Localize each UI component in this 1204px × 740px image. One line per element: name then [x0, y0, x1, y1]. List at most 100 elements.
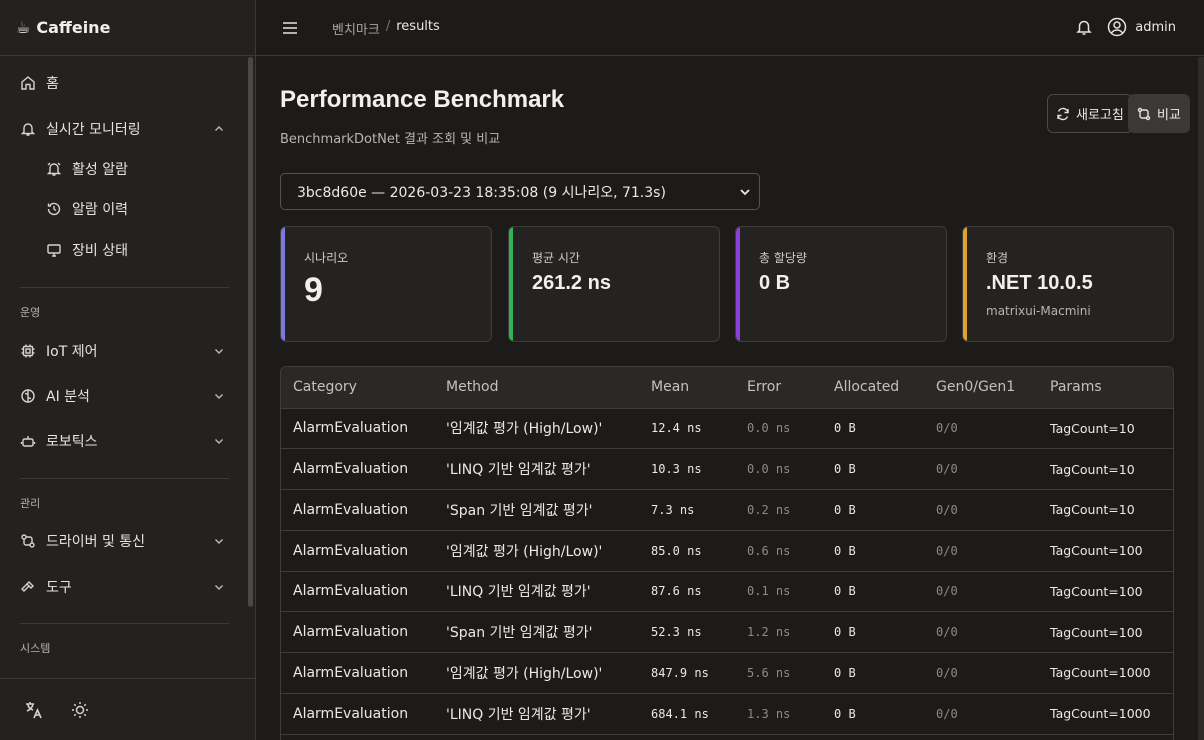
column-header-params[interactable]: Params	[1038, 367, 1173, 409]
card-accent	[281, 227, 285, 341]
cell-mean: 85.0 ns	[651, 543, 702, 558]
notification-bell-icon[interactable]	[1075, 18, 1093, 36]
divider	[20, 623, 229, 624]
cell-params: TagCount=10	[1050, 461, 1135, 477]
cell-params: TagCount=100	[1050, 583, 1143, 599]
cell-category: AlarmEvaluation	[293, 664, 409, 681]
refresh-button[interactable]: 새로고침	[1047, 94, 1133, 133]
cell-error: 0.0 ns	[747, 462, 791, 477]
cell-category: AlarmEvaluation	[293, 583, 409, 600]
compare-button[interactable]: 비교	[1128, 94, 1190, 133]
compare-label: 비교	[1157, 108, 1181, 123]
sun-icon[interactable]	[70, 700, 90, 720]
column-header-mean[interactable]: Mean	[639, 367, 735, 409]
table-row[interactable]: AlarmEvaluation '임계값 평가 (High/Low)' 85.0 n…	[281, 530, 1173, 571]
cell-gen: 0/0	[936, 502, 958, 517]
cell-allocated: 0 B	[834, 584, 856, 599]
home-icon	[20, 75, 36, 91]
sidebar: ☕ Caffeine 홈 실시간 모니터링 활성 알람 알람 이력 장비 상태 …	[0, 0, 256, 740]
cell-allocated: 0 B	[834, 625, 856, 640]
alarm-icon	[46, 161, 62, 177]
column-header-error[interactable]: Error	[735, 367, 822, 409]
cell-category: AlarmEvaluation	[293, 542, 409, 559]
table-row[interactable]: AlarmEvaluation '임계값 평가 (High/Low)' 847.9 …	[281, 653, 1173, 694]
chevron-down-icon	[739, 186, 751, 198]
network-icon	[20, 533, 36, 549]
user-menu[interactable]: admin	[1107, 17, 1176, 37]
sidebar-item-home[interactable]: 홈	[0, 65, 240, 101]
table-row[interactable]: AlarmEvaluation 'LINQ 기반 임계값 평가' 684.1 ns 1…	[281, 693, 1173, 734]
chevron-down-icon	[212, 434, 226, 448]
sidebar-item-label: 도구	[46, 580, 72, 596]
cell-gen: 0/0	[936, 421, 958, 436]
column-header-allocated[interactable]: Allocated	[822, 367, 924, 409]
sidebar-item-alarm-history[interactable]: 알람 이력	[0, 191, 240, 227]
breadcrumb-current: results	[396, 19, 440, 34]
card-value: 261.2 ns	[532, 272, 611, 294]
chevron-down-icon	[212, 534, 226, 548]
sidebar-item-device-status[interactable]: 장비 상태	[0, 232, 240, 268]
cell-method: 'Span 기반 임계값 평가'	[446, 502, 593, 519]
cpu-icon	[20, 343, 36, 359]
menu-icon[interactable]	[281, 19, 299, 37]
sidebar-item-label: 알람 이력	[72, 202, 128, 218]
table-row[interactable]: AlarmEvaluation 'LINQ 기반 임계값 평가' 87.6 ns 0.…	[281, 571, 1173, 612]
column-header-category[interactable]: Category	[281, 367, 434, 409]
sidebar-item-label: AI 분석	[46, 389, 90, 405]
card-label: 환경	[986, 251, 1009, 265]
section-label-ops: 운영	[20, 306, 41, 319]
column-header-method[interactable]: Method	[434, 367, 639, 409]
table-row[interactable]: AlarmEvaluation '임계값 평가 (High/Low)' 12.4 n…	[281, 408, 1173, 449]
table-row[interactable]: AlarmEvaluation 'Span 기반 임계값 평가' 7.3 ns 0.2…	[281, 490, 1173, 531]
refresh-label: 새로고침	[1076, 108, 1124, 123]
cell-mean: 847.9 ns	[651, 665, 709, 680]
sidebar-item-realtime-monitoring[interactable]: 실시간 모니터링	[0, 111, 240, 147]
sidebar-item-label: 드라이버 및 통신	[46, 534, 146, 550]
sidebar-item-ai-analysis[interactable]: AI 분석	[0, 378, 240, 414]
run-select[interactable]: 3bc8d60e — 2026-03-23 18:35:08 (9 시나리오, …	[280, 173, 760, 210]
sidebar-item-drivers-comm[interactable]: 드라이버 및 통신	[0, 523, 240, 559]
stat-card-total-allocated: 총 할당량 0 B	[735, 226, 947, 342]
monitor-icon	[46, 242, 62, 258]
robot-icon	[20, 433, 36, 449]
cell-gen: 0/0	[936, 543, 958, 558]
cell-method: 'LINQ 기반 임계값 평가'	[446, 706, 591, 723]
cell-method: '임계값 평가 (High/Low)'	[446, 543, 603, 560]
sidebar-item-iot-control[interactable]: IoT 제어	[0, 333, 240, 369]
brand[interactable]: ☕ Caffeine	[0, 0, 255, 56]
sidebar-item-tools[interactable]: 도구	[0, 569, 240, 605]
sidebar-item-robotics[interactable]: 로보틱스	[0, 423, 240, 459]
card-accent	[736, 227, 740, 341]
sidebar-scrollbar[interactable]	[248, 57, 253, 607]
table-row[interactable]: AlarmEvaluation 'LINQ 기반 임계값 평가' 10.3 ns 0.…	[281, 449, 1173, 490]
cell-method: 'LINQ 기반 임계값 평가'	[446, 462, 591, 479]
cell-mean: 684.1 ns	[651, 706, 709, 721]
sidebar-item-active-alarms[interactable]: 활성 알람	[0, 151, 240, 187]
cell-category: AlarmEvaluation	[293, 461, 409, 478]
sidebar-item-label: 활성 알람	[72, 162, 128, 178]
column-header-gen[interactable]: Gen0/Gen1	[924, 367, 1038, 409]
chevron-down-icon	[212, 389, 226, 403]
table-row[interactable]: AlarmEvaluation 'Span 기반 임계값 평가' 52.3 ns 1.…	[281, 612, 1173, 653]
cell-category: AlarmEvaluation	[293, 705, 409, 722]
hammer-icon	[20, 579, 36, 595]
sidebar-item-label: 장비 상태	[72, 243, 128, 259]
cell-error: 5.6 ns	[747, 665, 791, 680]
cell-allocated: 0 B	[834, 462, 856, 477]
cell-error: 0.6 ns	[747, 543, 791, 558]
cell-mean: 7.3 ns	[651, 502, 695, 517]
cell-allocated: 0 B	[834, 421, 856, 436]
chevron-down-icon	[212, 580, 226, 594]
chevron-up-icon	[212, 122, 226, 136]
cell-allocated: 0 B	[834, 502, 856, 517]
cell-method: 'LINQ 기반 임계값 평가'	[446, 584, 591, 601]
cell-gen: 0/0	[936, 665, 958, 680]
sidebar-item-label: 실시간 모니터링	[46, 122, 141, 138]
card-accent	[509, 227, 513, 341]
translate-icon[interactable]	[24, 700, 44, 720]
main-scrollbar[interactable]	[1198, 57, 1204, 740]
breadcrumb-item[interactable]: 벤치마크	[332, 19, 380, 38]
cell-method: 'Span 기반 임계값 평가'	[446, 625, 593, 642]
card-label: 시나리오	[304, 251, 349, 265]
cell-mean: 87.6 ns	[651, 584, 702, 599]
